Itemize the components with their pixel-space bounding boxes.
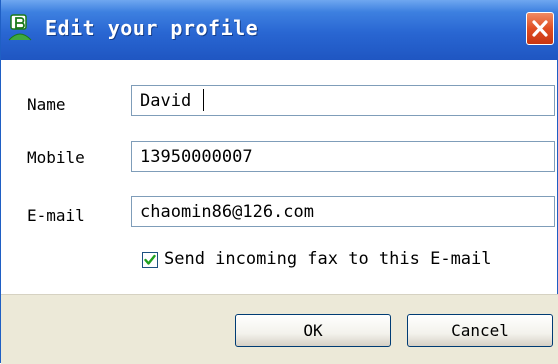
name-label: Name: [27, 95, 66, 114]
mobile-field[interactable]: [131, 141, 555, 172]
forward-email-checkbox[interactable]: [142, 252, 158, 268]
forward-email-label[interactable]: Send incoming fax to this E-mail: [164, 249, 492, 269]
email-field[interactable]: [131, 196, 555, 227]
close-button[interactable]: [526, 12, 554, 45]
cancel-button[interactable]: Cancel: [407, 314, 553, 347]
text-caret: [203, 89, 204, 111]
profile-dialog: Edit your profile Name Mobile E-mail Sen…: [0, 0, 558, 364]
check-icon: [144, 254, 156, 265]
dialog-title: Edit your profile: [45, 16, 259, 40]
email-label: E-mail: [27, 206, 85, 225]
mobile-label: Mobile: [27, 148, 85, 167]
close-icon: [532, 20, 548, 37]
name-field[interactable]: [131, 85, 555, 116]
app-b-icon: [7, 14, 33, 42]
ok-button[interactable]: OK: [235, 314, 391, 347]
title-bar[interactable]: Edit your profile: [1, 0, 558, 60]
